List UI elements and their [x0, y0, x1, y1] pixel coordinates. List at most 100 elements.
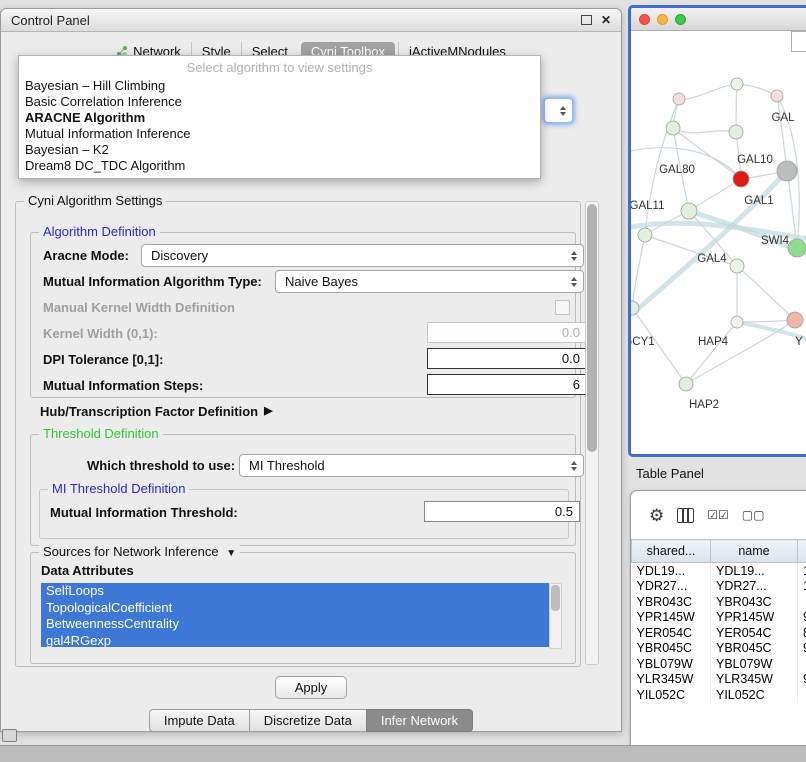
network-node[interactable]: [673, 93, 685, 105]
network-edge[interactable]: [679, 84, 737, 99]
network-node[interactable]: [638, 228, 652, 242]
attribute-item[interactable]: gal4RGexp: [41, 633, 549, 648]
hub-section-label: Hub/Transcription Factor Definition: [40, 404, 258, 419]
table-cell: YPR145W: [632, 610, 711, 626]
mi-threshold-group: MI Threshold Definition Mutual Informati…: [39, 489, 569, 539]
table-row[interactable]: YER054CYER054C8.: [632, 625, 806, 641]
close-traffic-light-icon[interactable]: [639, 14, 650, 25]
column-header[interactable]: [798, 540, 806, 563]
minimize-traffic-light-icon[interactable]: [657, 14, 668, 25]
network-edge[interactable]: [737, 266, 795, 320]
scrollbar-thumb[interactable]: [587, 204, 597, 452]
column-header[interactable]: name: [711, 540, 798, 563]
table-row[interactable]: YDR27...YDR27...12: [632, 579, 806, 595]
node-label: SWI4: [761, 235, 790, 247]
network-node[interactable]: [666, 121, 680, 135]
gear-icon[interactable]: ⚙: [649, 507, 664, 524]
network-node[interactable]: [681, 203, 697, 219]
attribute-item[interactable]: SelfLoops: [41, 583, 549, 600]
network-scroll-box[interactable]: [791, 31, 806, 52]
column-header[interactable]: shared...: [632, 540, 711, 563]
attribute-item[interactable]: TopologicalCoefficient: [41, 600, 549, 617]
column-selector-icon[interactable]: [677, 508, 694, 523]
apply-button[interactable]: Apply: [275, 676, 347, 699]
table-cell: 9.: [798, 641, 806, 657]
settings-scrollbar[interactable]: [585, 201, 599, 665]
sources-title[interactable]: Sources for Network Inference ▼: [39, 545, 240, 561]
tab-discretize-data[interactable]: Discretize Data: [249, 709, 367, 732]
table-cell: [798, 656, 806, 672]
network-node[interactable]: [771, 90, 783, 102]
network-node[interactable]: [679, 377, 693, 391]
manual-kernel-label: Manual Kernel Width Definition: [43, 301, 235, 315]
table-row[interactable]: YPR145WYPR145W9.: [632, 610, 806, 626]
network-node[interactable]: [730, 259, 744, 273]
network-edge[interactable]: [777, 96, 787, 171]
zoom-traffic-light-icon[interactable]: [675, 14, 686, 25]
mi-threshold-field[interactable]: 0.5: [424, 501, 580, 522]
table-row[interactable]: YBR045CYBR045C9.: [632, 641, 806, 657]
network-node[interactable]: [787, 312, 803, 328]
mi-steps-field[interactable]: 6: [427, 374, 587, 395]
network-node[interactable]: [777, 161, 797, 181]
deselect-all-icon[interactable]: ▢▢: [742, 508, 765, 522]
threshold-definition-title: Threshold Definition: [39, 427, 163, 441]
dpi-tolerance-field[interactable]: 0.0: [427, 348, 587, 369]
table-panel-window: ⚙ ☑☑ ▢▢ shared...name YDL19...YDL19...13…: [630, 490, 806, 762]
mi-threshold-label: Mutual Information Threshold:: [50, 506, 238, 520]
dropdown-item[interactable]: Basic Correlation Inference: [19, 94, 540, 110]
node-label: GAL80: [659, 164, 695, 176]
which-threshold-select[interactable]: MI Threshold: [239, 454, 584, 477]
network-node[interactable]: [788, 239, 806, 257]
table-cell: YBL079W: [632, 656, 711, 672]
manual-kernel-checkbox[interactable]: [555, 300, 570, 315]
table-row[interactable]: YBL079WYBL079W: [632, 656, 806, 672]
network-node[interactable]: [731, 316, 743, 328]
aracne-mode-select[interactable]: Discovery: [141, 244, 584, 267]
table-cell: [798, 687, 806, 703]
network-window-titlebar[interactable]: [631, 8, 806, 31]
network-view-window: GALGAL80GAL10GAL11GAL1SWI4GAL4GCY1HAP4YH…: [628, 5, 806, 457]
network-node[interactable]: [731, 78, 743, 90]
table-cell: YIL052C: [632, 687, 711, 703]
attributes-scrollbar[interactable]: [549, 583, 562, 649]
mi-type-select[interactable]: Naive Bayes: [275, 270, 584, 293]
table-cell: YBR045C: [632, 641, 711, 657]
table-cell: 13: [798, 563, 806, 579]
float-window-icon[interactable]: [581, 15, 592, 25]
mi-steps-label: Mutual Information Steps:: [43, 379, 203, 393]
dropdown-item[interactable]: ARACNE Algorithm: [19, 110, 540, 126]
table-cell: YBR043C: [632, 594, 711, 610]
node-label: GAL11: [631, 200, 664, 212]
control-panel-titlebar[interactable]: Control Panel ✕: [1, 9, 621, 32]
algorithm-combo-button[interactable]: [544, 98, 573, 123]
tab-infer-network[interactable]: Infer Network: [366, 709, 473, 732]
data-attributes-list[interactable]: SelfLoopsTopologicalCoefficientBetweenne…: [41, 583, 549, 647]
tab-impute-data[interactable]: Impute Data: [149, 709, 250, 732]
table-row[interactable]: YBR043CYBR043C: [632, 594, 806, 610]
table-row[interactable]: YDL19...YDL19...13: [632, 563, 806, 579]
table-row[interactable]: YLR345WYLR345W9.: [632, 672, 806, 688]
network-edge[interactable]: [737, 320, 795, 322]
kernel-width-field[interactable]: 0.0: [427, 322, 587, 343]
network-edge[interactable]: [632, 235, 645, 308]
network-node[interactable]: [631, 301, 639, 315]
dropdown-item[interactable]: Mutual Information Inference: [19, 126, 540, 142]
network-edge[interactable]: [673, 128, 736, 133]
dropdown-item[interactable]: Bayesian – K2: [19, 142, 540, 158]
network-node[interactable]: [729, 125, 743, 139]
kernel-width-label: Kernel Width (0,1):: [43, 327, 158, 341]
dropdown-item[interactable]: Dream8 DC_TDC Algorithm: [19, 158, 540, 174]
table-cell: 8.: [798, 625, 806, 641]
select-all-icon[interactable]: ☑☑: [707, 508, 729, 522]
panel-dock-icon[interactable]: [2, 729, 17, 742]
dropdown-item[interactable]: Bayesian – Hill Climbing: [19, 78, 540, 94]
network-edge[interactable]: [689, 179, 741, 211]
table-row[interactable]: YIL052CYIL052C: [632, 687, 806, 703]
attribute-item[interactable]: BetweennessCentrality: [41, 616, 549, 633]
close-icon[interactable]: ✕: [601, 14, 611, 26]
network-edge[interactable]: [686, 322, 737, 384]
hub-section-toggle[interactable]: Hub/Transcription Factor Definition ▶: [40, 404, 273, 419]
network-canvas[interactable]: GALGAL80GAL10GAL11GAL1SWI4GAL4GCY1HAP4YH…: [631, 31, 806, 454]
network-node[interactable]: [733, 171, 749, 187]
